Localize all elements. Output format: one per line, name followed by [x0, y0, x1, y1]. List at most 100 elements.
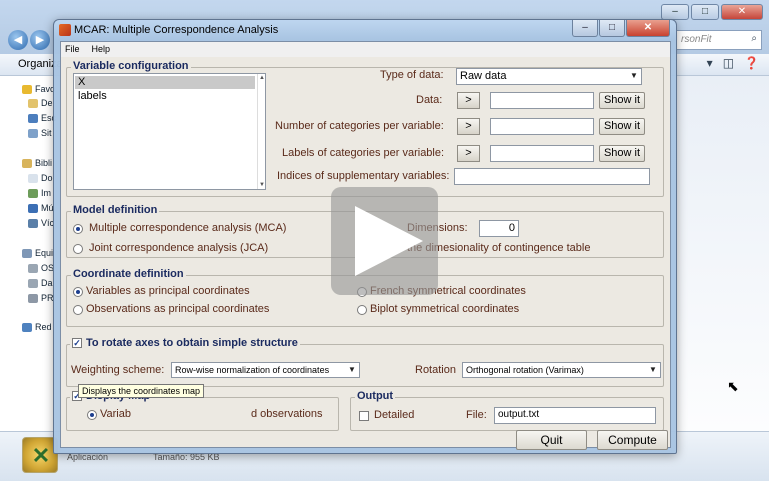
model-definition-legend: Model definition	[71, 204, 160, 216]
sidebar-item-downloads[interactable]: De	[28, 98, 53, 108]
drive-icon	[28, 278, 38, 288]
play-icon	[355, 206, 423, 276]
jca-radio[interactable]	[73, 244, 83, 254]
compute-button[interactable]: Compute	[597, 430, 668, 450]
listbox-scrollbar[interactable]: ▲ ▼	[257, 74, 265, 189]
file-field[interactable]: output.txt	[494, 407, 656, 424]
scroll-down-icon[interactable]: ▼	[258, 182, 266, 188]
maximize-icon[interactable]: □	[691, 4, 719, 20]
rotation-legend: ✓ To rotate axes to obtain simple struct…	[70, 337, 300, 349]
network-icon	[22, 322, 32, 332]
type-of-data-value: Raw data	[460, 70, 507, 82]
list-item[interactable]: X	[75, 76, 255, 89]
sidebar-item-documents[interactable]: Do	[28, 173, 53, 183]
video-icon	[28, 218, 38, 228]
labels-categories-field[interactable]	[490, 145, 594, 162]
sidebar-item-drive-data[interactable]: Da	[28, 278, 53, 288]
dimensions-field[interactable]: 0	[479, 220, 519, 237]
minimize-icon[interactable]: –	[572, 20, 598, 37]
help-icon[interactable]: ❓	[744, 56, 759, 70]
mca-radio[interactable]	[73, 224, 83, 234]
search-input[interactable]: rsonFit ⌕	[676, 30, 762, 50]
mouse-cursor-icon: ⬉	[727, 378, 739, 394]
rotation-select[interactable]: Orthogonal rotation (Varimax) ▼	[462, 362, 661, 378]
places-icon	[28, 128, 38, 138]
back-arrow-icon[interactable]: ◀	[8, 30, 28, 50]
variables-principal-label: Variables as principal coordinates	[86, 285, 250, 297]
menu-help[interactable]: Help	[92, 42, 111, 57]
num-categories-show-it-button[interactable]: Show it	[599, 118, 645, 135]
data-show-it-button[interactable]: Show it	[599, 92, 645, 109]
menubar: File Help	[61, 42, 670, 57]
variable-listbox[interactable]: X labels ▲ ▼	[73, 73, 266, 190]
labels-categories-arrow-button[interactable]: >	[457, 145, 480, 162]
type-of-data-select[interactable]: Raw data ▼	[456, 68, 642, 85]
sidebar-item-libraries[interactable]: Bibli	[22, 158, 52, 168]
labels-categories-label: Labels of categories per variable:	[282, 147, 445, 159]
detailed-checkbox[interactable]	[359, 411, 369, 421]
maximize-icon[interactable]: □	[599, 20, 625, 37]
sidebar-item-places[interactable]: Sit	[28, 128, 52, 138]
weighting-scheme-label: Weighting scheme:	[71, 364, 165, 376]
play-button[interactable]	[331, 187, 438, 295]
preview-pane-icon[interactable]: ◫	[723, 56, 734, 70]
view-options-icon[interactable]: ▾	[707, 56, 713, 70]
menu-file[interactable]: File	[65, 42, 80, 57]
type-of-data-label: Type of data:	[380, 69, 444, 81]
quit-button[interactable]: Quit	[516, 430, 587, 450]
variables-observations-radio[interactable]	[87, 410, 97, 420]
star-icon	[22, 84, 32, 94]
labels-categories-show-it-button[interactable]: Show it	[599, 145, 645, 162]
display-map-panel: ✓ Display Map Variab d observations	[66, 390, 339, 431]
close-icon[interactable]: ✕	[721, 4, 763, 20]
forward-arrow-icon[interactable]: ▶	[30, 30, 50, 50]
tooltip: Displays the coordinates map	[78, 384, 205, 398]
sidebar-item-videos[interactable]: Víc	[28, 218, 54, 228]
explorer-sidebar: Favo De Esc Sit Bibli Do Im Mú Víc Equi …	[0, 76, 60, 431]
biplot-symmetrical-radio[interactable]	[357, 305, 367, 315]
drive-icon	[28, 263, 38, 273]
network-drive-icon	[28, 293, 38, 303]
sidebar-item-images[interactable]: Im	[28, 188, 51, 198]
rotation-panel: ✓ To rotate axes to obtain simple struct…	[66, 337, 664, 387]
list-item[interactable]: labels	[75, 90, 255, 103]
sidebar-item-drive-os[interactable]: OS	[28, 263, 54, 273]
supplementary-label: Indices of supplementary variables:	[277, 170, 450, 182]
rotation-checkbox[interactable]: ✓	[72, 338, 82, 348]
observations-principal-radio[interactable]	[73, 305, 83, 315]
chevron-down-icon: ▼	[649, 365, 657, 374]
num-categories-field[interactable]	[490, 118, 594, 135]
data-field[interactable]	[490, 92, 594, 109]
toolbar-icons: ▾ ◫ ❓	[707, 56, 759, 70]
data-arrow-button[interactable]: >	[457, 92, 480, 109]
num-categories-label: Number of categories per variable:	[275, 120, 444, 132]
num-categories-arrow-button[interactable]: >	[457, 118, 480, 135]
output-panel: Output Detailed File: output.txt	[350, 390, 664, 431]
sidebar-item-favorites[interactable]: Favo	[22, 84, 55, 94]
sidebar-item-drive-pr[interactable]: PR	[28, 293, 54, 303]
image-icon	[28, 188, 38, 198]
explorer-window-controls: – □ ✕	[661, 4, 763, 22]
search-icon[interactable]: ⌕	[751, 33, 757, 44]
variables-principal-radio[interactable]	[73, 287, 83, 297]
search-input-text: rsonFit	[681, 34, 712, 45]
file-label: File:	[466, 409, 487, 421]
weighting-scheme-select[interactable]: Row-wise normalization of coordinates ▼	[171, 362, 360, 378]
explorer-nav: ◀ ▶	[8, 30, 50, 50]
minimize-icon[interactable]: –	[661, 4, 689, 20]
jca-label: Joint correspondence analysis (JCA)	[89, 242, 269, 254]
folder-icon	[28, 98, 38, 108]
chevron-down-icon: ▼	[348, 365, 356, 374]
variable-configuration-panel: Variable configuration X labels ▲ ▼ Type…	[66, 60, 664, 197]
detailed-label: Detailed	[374, 409, 415, 421]
scroll-up-icon[interactable]: ▲	[258, 75, 266, 81]
supplementary-field[interactable]	[454, 168, 650, 185]
sidebar-item-computer[interactable]: Equi	[22, 248, 53, 258]
close-icon[interactable]: ✕	[626, 20, 670, 37]
sidebar-item-music[interactable]: Mú	[28, 203, 54, 213]
biplot-symmetrical-label: Biplot symmetrical coordinates	[370, 303, 520, 315]
desktop-icon	[28, 113, 38, 123]
window-controls: – □ ✕	[572, 20, 670, 37]
sidebar-item-network[interactable]: Red	[22, 322, 52, 332]
sidebar-item-desktop[interactable]: Esc	[28, 113, 56, 123]
